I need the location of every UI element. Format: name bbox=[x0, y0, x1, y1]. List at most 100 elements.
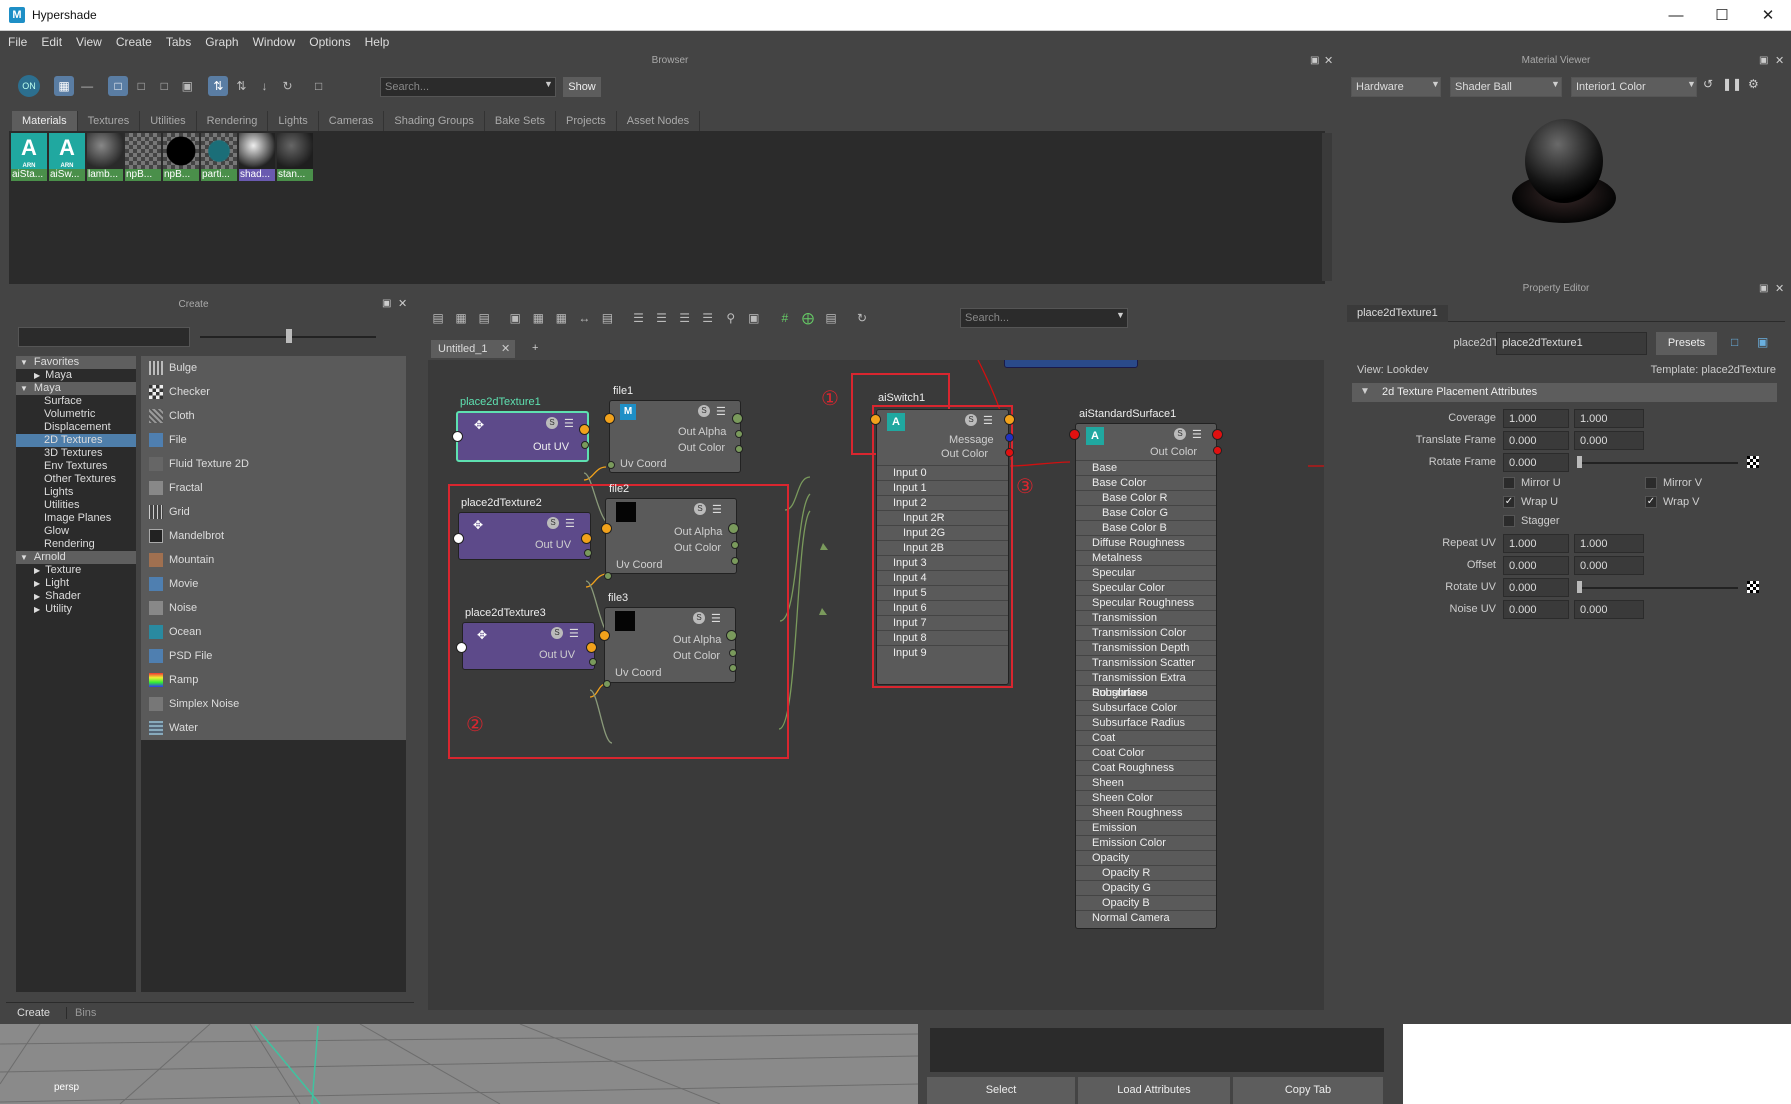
swatch-npb2[interactable]: npB... bbox=[163, 133, 199, 181]
refresh-icon[interactable]: ↻ bbox=[852, 308, 872, 328]
attr-row[interactable]: Diffuse Roughness bbox=[1076, 535, 1216, 550]
attr-row[interactable]: Emission Color bbox=[1076, 835, 1216, 850]
menu-file[interactable]: File bbox=[8, 35, 27, 49]
stagger-checkbox[interactable] bbox=[1503, 515, 1515, 527]
output-connections-icon[interactable]: ▤ bbox=[474, 308, 494, 328]
list-icon[interactable]: ☰ bbox=[569, 627, 579, 640]
layout-icon[interactable]: ▦ bbox=[551, 308, 571, 328]
input-port[interactable] bbox=[603, 680, 611, 688]
create-item-ocean[interactable]: Ocean bbox=[141, 620, 406, 644]
output-port[interactable] bbox=[735, 430, 743, 438]
graph-search-input[interactable]: Search... bbox=[960, 308, 1128, 328]
tree-item[interactable]: Image Planes bbox=[16, 512, 136, 525]
output-port[interactable] bbox=[726, 630, 737, 641]
swatch-toggle-icon[interactable]: S bbox=[965, 414, 977, 426]
input-row[interactable]: Input 2G bbox=[877, 525, 1008, 540]
load-attributes-button[interactable]: Load Attributes bbox=[1078, 1077, 1230, 1104]
environment-dropdown[interactable]: Interior1 Color bbox=[1571, 77, 1697, 97]
swatch-display-icon[interactable]: ▣ bbox=[744, 308, 764, 328]
list-icon[interactable]: ☰ bbox=[716, 405, 726, 418]
close-tab-icon[interactable]: ✕ bbox=[501, 342, 510, 355]
menu-help[interactable]: Help bbox=[365, 35, 390, 49]
wrap-u-checkbox[interactable]: ✓ bbox=[1503, 496, 1515, 508]
tree-item[interactable]: 3D Textures bbox=[16, 447, 136, 460]
message-port[interactable] bbox=[1005, 433, 1014, 442]
refresh-icon[interactable]: ↻ bbox=[278, 76, 298, 96]
rotate-frame-field[interactable]: 0.000 bbox=[1503, 453, 1569, 472]
list-icon[interactable]: ☰ bbox=[983, 414, 993, 427]
tree-item[interactable]: ▶ Shader bbox=[16, 590, 136, 603]
input-port[interactable] bbox=[604, 572, 612, 580]
offset-u-field[interactable]: 0.000 bbox=[1503, 556, 1569, 575]
input-row[interactable]: Input 8 bbox=[877, 630, 1008, 645]
attr-row[interactable]: Opacity B bbox=[1076, 895, 1216, 910]
node-file1[interactable]: M S ☰ Out Alpha Out Color Uv Coord bbox=[609, 400, 741, 473]
input-row[interactable]: Input 2R bbox=[877, 510, 1008, 525]
tab-materials[interactable]: Materials bbox=[12, 111, 78, 131]
input-port[interactable] bbox=[607, 461, 615, 469]
tab-bins[interactable]: Bins bbox=[66, 1007, 104, 1019]
panel-close-icon[interactable]: ✕ bbox=[1775, 54, 1784, 67]
attr-row[interactable]: Subsurface Color bbox=[1076, 700, 1216, 715]
attr-row[interactable]: Sheen Roughness bbox=[1076, 805, 1216, 820]
float-icon[interactable]: ▣ bbox=[382, 298, 391, 309]
frame-all-icon[interactable]: ▣ bbox=[505, 308, 525, 328]
copy-tab-button[interactable]: Copy Tab bbox=[1233, 1077, 1383, 1104]
texture-map-icon[interactable] bbox=[1747, 456, 1759, 468]
input-row[interactable]: Input 5 bbox=[877, 585, 1008, 600]
output-port[interactable] bbox=[1213, 446, 1222, 455]
menu-view[interactable]: View bbox=[76, 35, 102, 49]
tree-item[interactable]: Lights bbox=[16, 486, 136, 499]
custom-mode-icon[interactable]: ☰ bbox=[698, 308, 718, 328]
repeat-u-field[interactable]: 1.000 bbox=[1503, 534, 1569, 553]
swatch-toggle-icon[interactable]: S bbox=[694, 503, 706, 515]
attr-row[interactable]: Sheen Color bbox=[1076, 790, 1216, 805]
mirror-v-checkbox[interactable] bbox=[1645, 477, 1657, 489]
menu-options[interactable]: Options bbox=[309, 35, 350, 49]
attr-row[interactable]: Normal Camera bbox=[1076, 910, 1216, 925]
tree-item[interactable]: ▶ Texture bbox=[16, 564, 136, 577]
output-port[interactable] bbox=[729, 649, 737, 657]
attr-row[interactable]: Emission bbox=[1076, 820, 1216, 835]
translate-frame-v-field[interactable]: 0.000 bbox=[1574, 431, 1644, 450]
attr-row[interactable]: Subsurface bbox=[1076, 685, 1216, 700]
node-file3[interactable]: S ☰ Out Alpha Out Color Uv Coord bbox=[604, 607, 736, 683]
output-port[interactable] bbox=[584, 549, 592, 557]
attr-row[interactable]: Transmission Extra Roughness bbox=[1076, 670, 1216, 699]
tree-item[interactable]: ▶ Light bbox=[16, 577, 136, 590]
show-button[interactable]: Show bbox=[563, 77, 601, 97]
node-place2dtexture3[interactable]: ✥ S ☰ Out UV bbox=[462, 622, 595, 670]
swatch-toggle-icon[interactable]: S bbox=[693, 612, 705, 624]
create-item-bulge[interactable]: Bulge bbox=[141, 356, 406, 380]
create-item-noise[interactable]: Noise bbox=[141, 596, 406, 620]
rotate-frame-slider[interactable] bbox=[1578, 462, 1738, 464]
tab-textures[interactable]: Textures bbox=[78, 111, 141, 131]
list-icon[interactable]: ☰ bbox=[565, 517, 575, 530]
repeat-v-field[interactable]: 1.000 bbox=[1574, 534, 1644, 553]
rotate-uv-slider[interactable] bbox=[1578, 587, 1738, 589]
tree-item[interactable]: Displacement bbox=[16, 421, 136, 434]
create-item-water[interactable]: Water bbox=[141, 716, 406, 740]
tab-create[interactable]: Create bbox=[10, 1007, 57, 1019]
node-name-field[interactable]: place2dTexture1 bbox=[1496, 332, 1647, 355]
filter-icon[interactable]: □ bbox=[309, 76, 329, 96]
output-port[interactable] bbox=[729, 664, 737, 672]
medium-icon-view-icon[interactable]: □ bbox=[131, 76, 151, 96]
tab-projects[interactable]: Projects bbox=[556, 111, 617, 131]
input-row[interactable]: Input 4 bbox=[877, 570, 1008, 585]
tree-item-selected[interactable]: 2D Textures bbox=[16, 434, 136, 447]
coverage-u-field[interactable]: 1.000 bbox=[1503, 409, 1569, 428]
copy-tab-icon[interactable]: ▣ bbox=[1757, 335, 1768, 349]
menu-edit[interactable]: Edit bbox=[41, 35, 62, 49]
pause-icon[interactable]: ❚❚ bbox=[1722, 77, 1742, 91]
output-port[interactable] bbox=[731, 557, 739, 565]
persp-viewport[interactable]: persp bbox=[0, 1024, 918, 1104]
input-port[interactable] bbox=[601, 523, 612, 534]
panel-close-icon[interactable]: ✕ bbox=[398, 297, 407, 310]
attr-row[interactable]: Opacity bbox=[1076, 850, 1216, 865]
attr-row[interactable]: Transmission Depth bbox=[1076, 640, 1216, 655]
input-row[interactable]: Input 7 bbox=[877, 615, 1008, 630]
create-item-checker[interactable]: Checker bbox=[141, 380, 406, 404]
sort-type-icon[interactable]: ⇅ bbox=[231, 76, 251, 96]
create-item-file[interactable]: File bbox=[141, 428, 406, 452]
